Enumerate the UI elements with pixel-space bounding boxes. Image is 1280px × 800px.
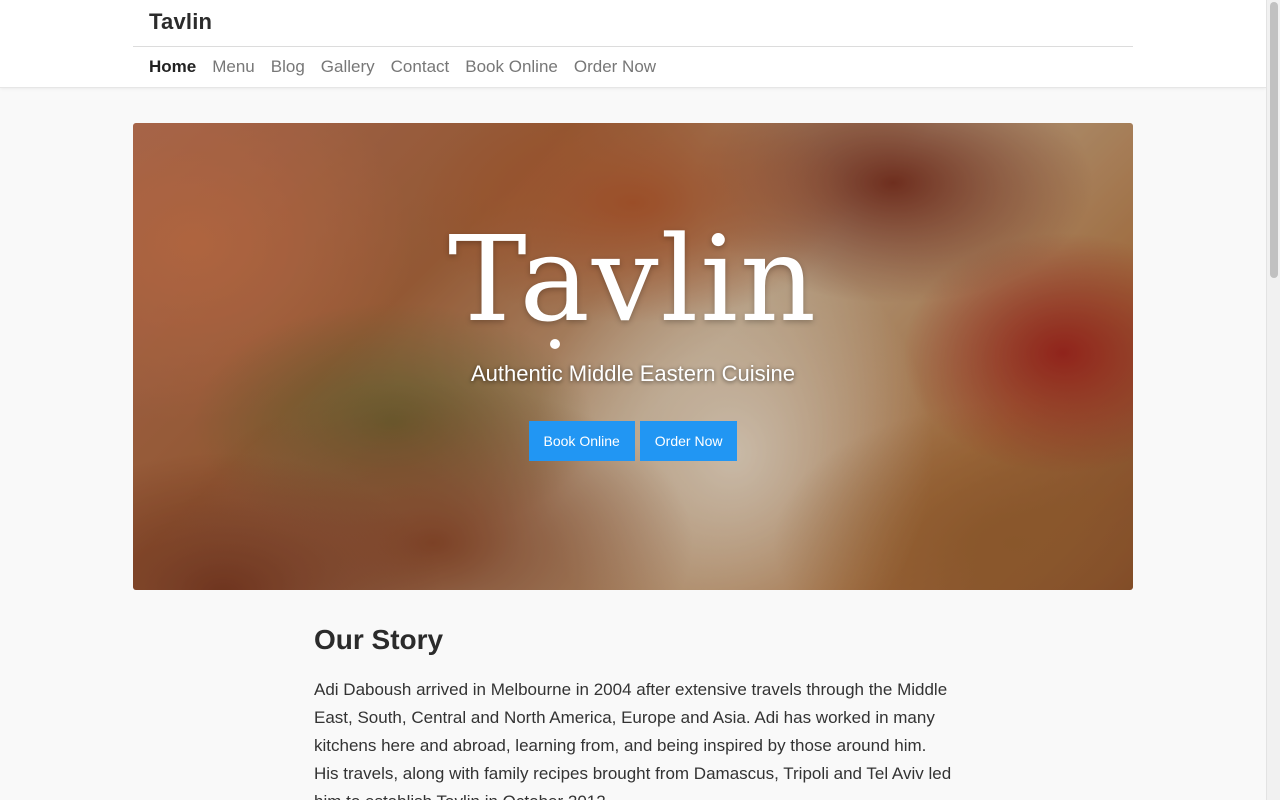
top-navigation-bar: Tavlin Home Menu Blog Gallery Contact Bo… bbox=[0, 0, 1266, 88]
hero-tagline: Authentic Middle Eastern Cuisine bbox=[470, 361, 796, 386]
hero-button-group: Book Online Order Now bbox=[528, 421, 738, 461]
hero-banner: Tavlin Authentic Middle Eastern Cuisine … bbox=[133, 123, 1133, 590]
our-story-section: Our Story Adi Daboush arrived in Melbour… bbox=[314, 622, 954, 800]
section-heading: Our Story bbox=[314, 624, 444, 655]
page-scrollbar[interactable] bbox=[1266, 0, 1280, 800]
hero-content: Tavlin Authentic Middle Eastern Cuisine … bbox=[133, 123, 1133, 590]
nav-order-now[interactable]: Order Now bbox=[574, 56, 656, 80]
story-paragraph: Adi Daboush arrived in Melbourne in 2004… bbox=[314, 680, 952, 800]
hero-logo-text: Tavlin bbox=[447, 210, 819, 348]
main-nav: Home Menu Blog Gallery Contact Book Onli… bbox=[149, 56, 656, 80]
hero-logo-dot bbox=[549, 339, 560, 349]
nav-blog[interactable]: Blog bbox=[271, 56, 305, 80]
nav-gallery[interactable]: Gallery bbox=[321, 56, 375, 80]
order-now-button[interactable]: Order Now bbox=[639, 421, 738, 461]
book-online-button[interactable]: Book Online bbox=[528, 421, 635, 461]
site-brand[interactable]: Tavlin bbox=[149, 9, 212, 35]
nav-home[interactable]: Home bbox=[149, 56, 196, 80]
nav-contact[interactable]: Contact bbox=[391, 56, 450, 80]
scrollbar-thumb[interactable] bbox=[1270, 2, 1278, 278]
header-divider bbox=[133, 46, 1133, 47]
nav-menu[interactable]: Menu bbox=[212, 56, 255, 80]
nav-book-online[interactable]: Book Online bbox=[465, 56, 558, 80]
hero-logo: Tavlin bbox=[448, 215, 818, 349]
